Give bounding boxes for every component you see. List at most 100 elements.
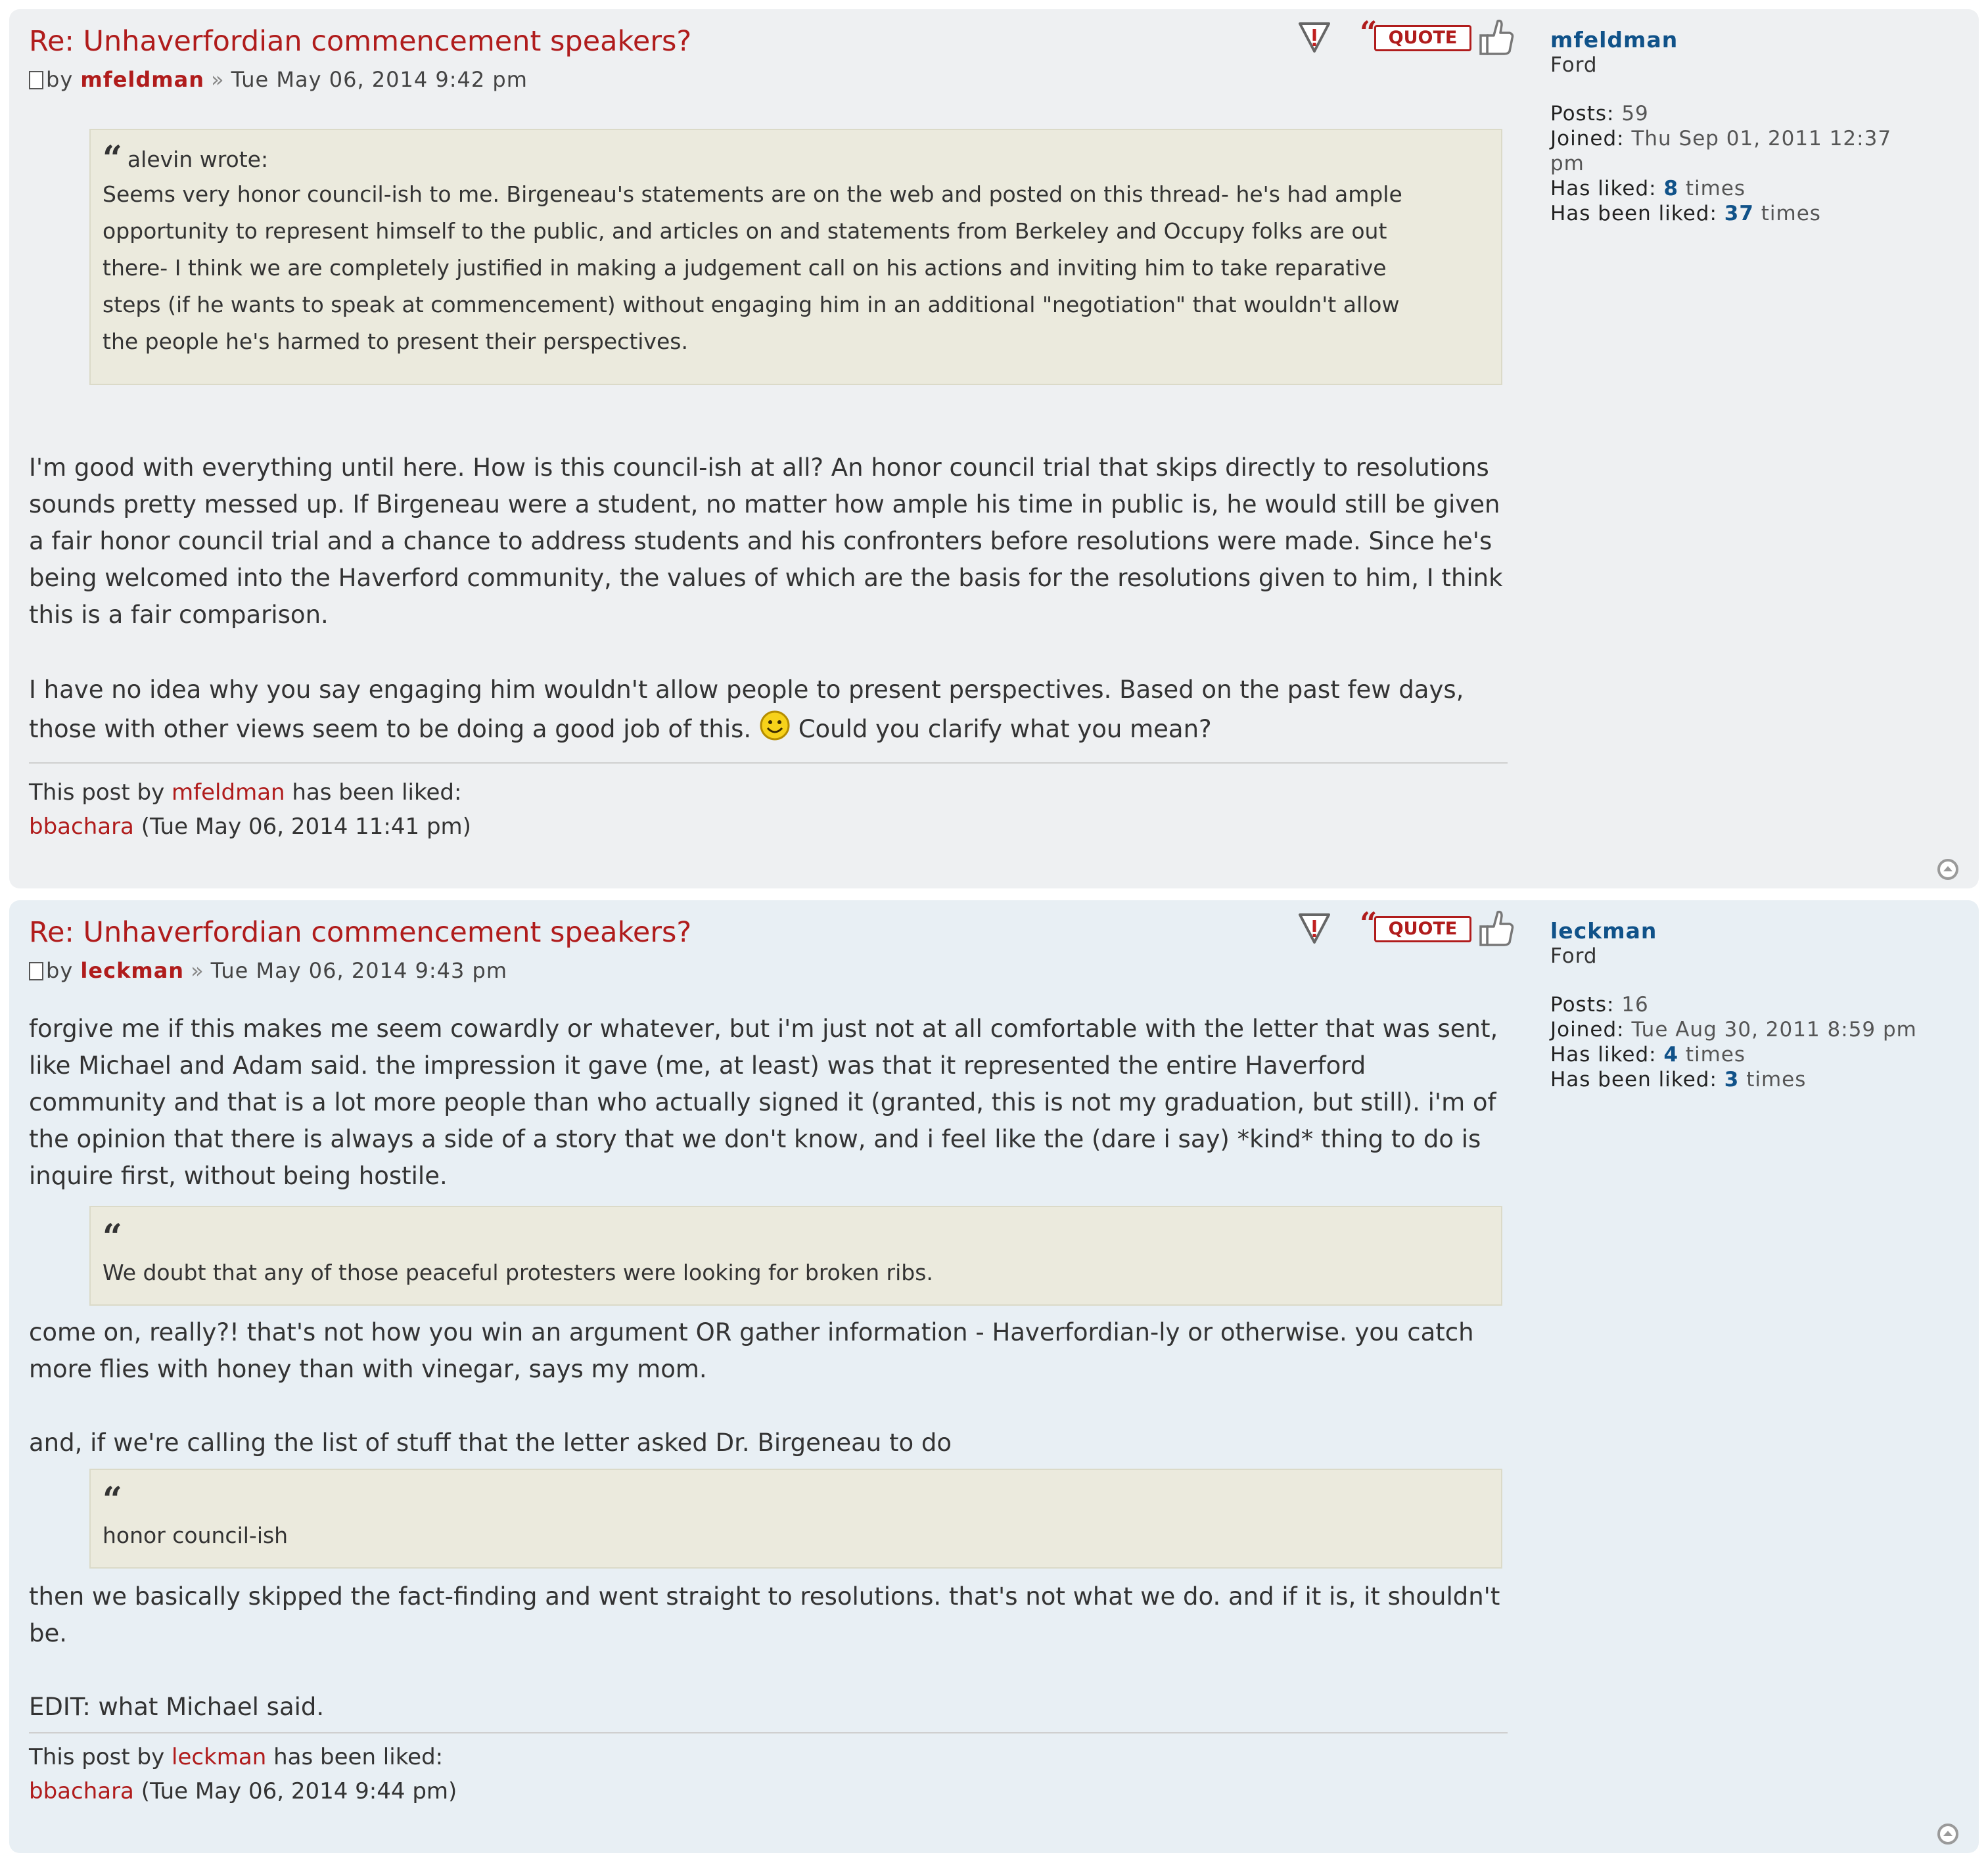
has-liked-label: Has liked: bbox=[1550, 177, 1657, 200]
post-author[interactable]: leckman bbox=[80, 958, 184, 983]
post-byline: by mfeldman» Tue May 06, 2014 9:42 pm bbox=[29, 67, 528, 92]
liked-suffix: has been liked: bbox=[292, 779, 462, 806]
text-line: this is a fair comparison. bbox=[29, 601, 329, 629]
report-icon[interactable] bbox=[1297, 20, 1331, 55]
has-been-liked-label: Has been liked: bbox=[1550, 1068, 1717, 1091]
text-line: community and that is a lot more people … bbox=[29, 1088, 1496, 1116]
quote-cite: alevin wrote: bbox=[127, 146, 269, 172]
post-document-icon[interactable] bbox=[29, 71, 43, 89]
post-date: Tue May 06, 2014 9:43 pm bbox=[210, 958, 507, 983]
quote-line: the people he's harmed to present their … bbox=[103, 329, 688, 354]
has-liked-count[interactable]: 8 bbox=[1663, 177, 1678, 200]
text-segment: Could you clarify what you mean? bbox=[798, 715, 1212, 743]
posts-count[interactable]: 59 bbox=[1621, 102, 1648, 126]
post-title[interactable]: Re: Unhaverfordian commencement speakers… bbox=[29, 916, 691, 949]
liked-post-author[interactable]: leckman bbox=[172, 1744, 266, 1770]
back-to-top-icon[interactable] bbox=[1937, 1823, 1959, 1845]
post-paragraph: EDIT: what Michael said. bbox=[29, 1689, 1514, 1726]
joined-label: Joined: bbox=[1550, 1018, 1625, 1042]
times-label: times bbox=[1761, 202, 1821, 225]
posts-label: Posts: bbox=[1550, 102, 1615, 126]
text-line: like Michael and Adam said. the impressi… bbox=[29, 1051, 1366, 1080]
quote-line: opportunity to represent himself to the … bbox=[103, 218, 1387, 244]
profile-joined: Joined: Tue Aug 30, 2011 8:59 pm bbox=[1550, 1017, 1971, 1042]
post-divider bbox=[29, 1732, 1508, 1733]
text-line: then we basically skipped the fact-findi… bbox=[29, 1582, 1500, 1611]
text-segment: those with other views seem to be doing … bbox=[29, 715, 752, 743]
text-line: and, if we're calling the list of stuff … bbox=[29, 1429, 952, 1457]
liked-post-author[interactable]: mfeldman bbox=[172, 779, 285, 806]
profile-username[interactable]: mfeldman bbox=[1550, 28, 1971, 53]
quote-text: We doubt that any of those peaceful prot… bbox=[103, 1260, 933, 1285]
liked-suffix: has been liked: bbox=[273, 1744, 444, 1770]
joined-date: Thu Sep 01, 2011 12:37 bbox=[1631, 127, 1892, 150]
liker-line: bbachara (Tue May 06, 2014 9:44 pm) bbox=[29, 1774, 457, 1808]
byline-separator: » bbox=[191, 958, 204, 983]
quote-mark-icon: “ bbox=[103, 1480, 122, 1520]
smiley-icon bbox=[760, 710, 790, 741]
quote-block: “ We doubt that any of those peaceful pr… bbox=[89, 1206, 1502, 1306]
post-paragraph: then we basically skipped the fact-findi… bbox=[29, 1578, 1514, 1652]
post-date: Tue May 06, 2014 9:42 pm bbox=[231, 67, 528, 92]
profile-has-been-liked: Has been liked: 3 times bbox=[1550, 1067, 1971, 1092]
text-line: a fair honor council trial and a chance … bbox=[29, 527, 1492, 555]
by-label: by bbox=[46, 958, 74, 983]
byline-separator: » bbox=[210, 67, 225, 92]
joined-date-cont: pm bbox=[1550, 152, 1584, 175]
has-liked-count[interactable]: 4 bbox=[1663, 1043, 1678, 1067]
quote-header: “ bbox=[103, 1220, 1501, 1254]
liked-date: (Tue May 06, 2014 9:44 pm) bbox=[141, 1778, 457, 1804]
thumbs-up-icon[interactable] bbox=[1478, 907, 1515, 949]
by-label: by bbox=[46, 67, 74, 92]
text-line: forgive me if this makes me seem cowardl… bbox=[29, 1015, 1498, 1043]
post-document-icon[interactable] bbox=[29, 962, 43, 980]
has-been-liked-count[interactable]: 37 bbox=[1724, 202, 1754, 225]
text-line: those with other views seem to be doing … bbox=[29, 708, 1514, 750]
liked-prefix: This post by bbox=[29, 1744, 165, 1770]
back-to-top-icon[interactable] bbox=[1937, 858, 1959, 881]
has-been-liked-count[interactable]: 3 bbox=[1724, 1068, 1740, 1091]
text-line: EDIT: what Michael said. bbox=[29, 1693, 325, 1721]
post-paragraph: I'm good with everything until here. How… bbox=[29, 449, 1514, 633]
post-byline: by leckman » Tue May 06, 2014 9:43 pm bbox=[29, 958, 507, 983]
text-line: being welcomed into the Haverford commun… bbox=[29, 564, 1503, 592]
text-line: the opinion that there is always a side … bbox=[29, 1125, 1481, 1153]
quote-block: “ honor council-ish bbox=[89, 1469, 1502, 1569]
post-author[interactable]: mfeldman bbox=[80, 67, 204, 92]
liker-username[interactable]: bbachara bbox=[29, 814, 134, 840]
quote-button[interactable]: “ QUOTE bbox=[1360, 14, 1471, 54]
text-line: I'm good with everything until here. How… bbox=[29, 453, 1489, 482]
liked-date: (Tue May 06, 2014 11:41 pm) bbox=[141, 814, 471, 840]
quote-line: Seems very honor council-ish to me. Birg… bbox=[103, 181, 1402, 207]
post-paragraph: and, if we're calling the list of stuff … bbox=[29, 1425, 1514, 1461]
posts-count[interactable]: 16 bbox=[1621, 993, 1648, 1017]
profile-has-liked: Has liked: 4 times bbox=[1550, 1042, 1971, 1067]
author-profile: mfeldman Ford Posts: 59 Joined: Thu Sep … bbox=[1550, 28, 1971, 226]
profile-posts: Posts: 16 bbox=[1550, 992, 1971, 1017]
liker-username[interactable]: bbachara bbox=[29, 1778, 134, 1804]
quote-text: honor council-ish bbox=[103, 1523, 289, 1548]
profile-has-liked: Has liked: 8 times bbox=[1550, 176, 1971, 201]
text-line: come on, really?! that's not how you win… bbox=[29, 1318, 1474, 1346]
quote-button[interactable]: “ QUOTE bbox=[1360, 906, 1471, 945]
liked-prefix: This post by bbox=[29, 779, 165, 806]
quote-mark-icon: “ bbox=[103, 1217, 122, 1257]
quote-line: there- I think we are completely justifi… bbox=[103, 255, 1387, 281]
report-icon[interactable] bbox=[1297, 911, 1331, 946]
post-leckman: Re: Unhaverfordian commencement speakers… bbox=[9, 900, 1979, 1853]
profile-username[interactable]: leckman bbox=[1550, 919, 1971, 944]
post-mfeldman: Re: Unhaverfordian commencement speakers… bbox=[9, 9, 1979, 888]
text-line: I have no idea why you say engaging him … bbox=[29, 676, 1464, 704]
quote-button-label: QUOTE bbox=[1374, 25, 1471, 51]
profile-has-been-liked: Has been liked: 37 times bbox=[1550, 201, 1971, 226]
post-paragraph: I have no idea why you say engaging him … bbox=[29, 672, 1514, 750]
post-title[interactable]: Re: Unhaverfordian commencement speakers… bbox=[29, 25, 691, 58]
profile-rank: Ford bbox=[1550, 944, 1598, 968]
text-line: inquire first, without being hostile. bbox=[29, 1162, 448, 1190]
thumbs-up-icon[interactable] bbox=[1478, 16, 1515, 58]
text-line: sounds pretty messed up. If Birgeneau we… bbox=[29, 490, 1500, 518]
post-paragraph: forgive me if this makes me seem cowardl… bbox=[29, 1011, 1514, 1195]
joined-label: Joined: bbox=[1550, 127, 1625, 150]
times-label: times bbox=[1685, 177, 1746, 200]
liked-by-line: This post by leckman has been liked: bbox=[29, 1740, 457, 1774]
